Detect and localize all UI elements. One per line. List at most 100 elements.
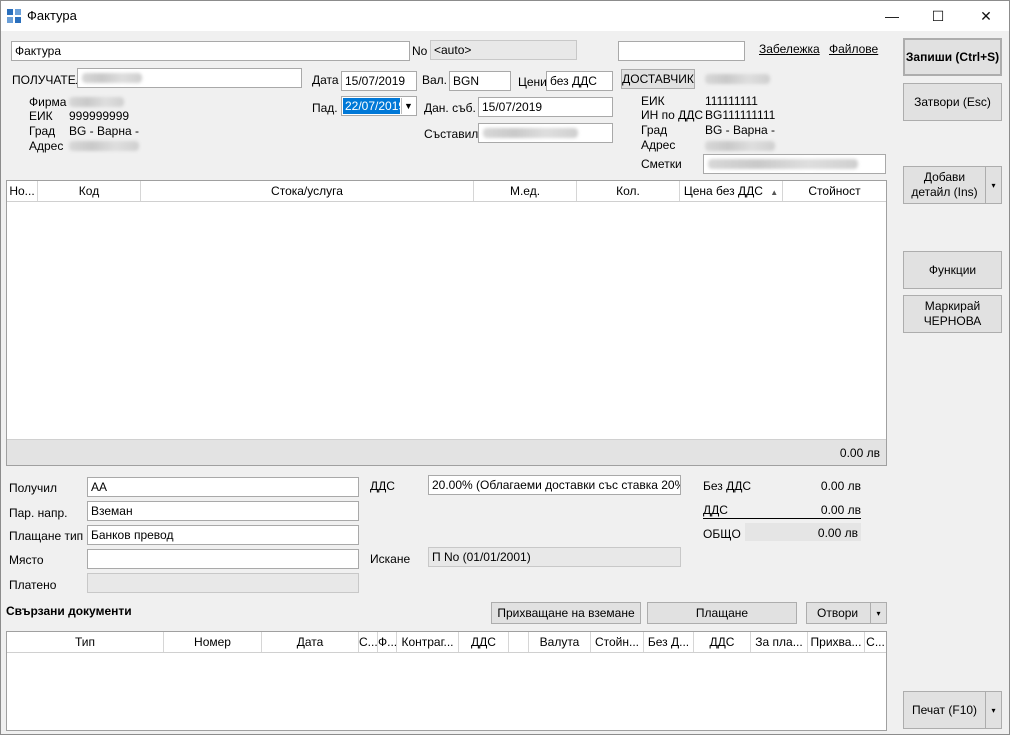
column-header[interactable]: ДДС xyxy=(694,632,751,652)
request-label: Искане xyxy=(370,552,411,566)
column-header[interactable]: Стойн... xyxy=(591,632,644,652)
column-header[interactable]: За пла... xyxy=(751,632,808,652)
recipient-label: ПОЛУЧАТЕЛ xyxy=(12,73,84,87)
payment-direction-label: Пар. напр. xyxy=(9,506,68,520)
add-detail-button[interactable]: Добави детайл (Ins) ▾ xyxy=(903,166,1002,204)
compiled-field[interactable] xyxy=(478,123,613,143)
column-header[interactable] xyxy=(509,632,529,652)
mark-draft-label-line1: Маркирай xyxy=(924,299,981,313)
recipient-company-label: Фирма xyxy=(29,95,67,109)
price-column-label: Цена без ДДС xyxy=(683,184,763,198)
files-link[interactable]: Файлове xyxy=(829,42,878,56)
column-header[interactable]: Стока/услуга xyxy=(141,181,474,201)
column-header[interactable]: Номер xyxy=(164,632,262,652)
payment-type-field[interactable]: Банков превод xyxy=(87,525,359,545)
column-header[interactable]: Ф... xyxy=(378,632,397,652)
add-detail-label-line1: Добави xyxy=(923,170,966,184)
open-button[interactable]: Отвори ▾ xyxy=(806,602,887,624)
column-header[interactable]: Но... xyxy=(7,181,38,201)
save-button[interactable]: Запиши (Ctrl+S) xyxy=(903,38,1002,76)
items-grid[interactable]: Но... Код Стока/услуга М.ед. Кол. Цена б… xyxy=(6,180,887,466)
calendar-dropdown-icon[interactable]: ▼ xyxy=(401,98,415,114)
close-button[interactable]: Затвори (Esc) xyxy=(903,83,1002,121)
note-link[interactable]: Забележка xyxy=(759,42,820,56)
payment-direction-field[interactable]: Вземан xyxy=(87,501,359,521)
received-field[interactable]: АА xyxy=(87,477,359,497)
column-header[interactable]: ДДС xyxy=(459,632,509,652)
mark-draft-button[interactable]: Маркирай ЧЕРНОВА xyxy=(903,295,1002,333)
payment-button[interactable]: Плащане xyxy=(647,602,797,624)
sum-total-label: ОБЩО xyxy=(703,527,741,541)
sum-divider xyxy=(703,518,861,519)
sum-total-value: 0.00 лв xyxy=(817,526,858,540)
currency-label: Вал. xyxy=(422,73,448,87)
maximize-button[interactable]: ☐ xyxy=(915,1,961,31)
add-detail-dropdown-icon[interactable]: ▾ xyxy=(985,167,1001,203)
column-header[interactable]: С... xyxy=(865,632,886,652)
recipient-field[interactable] xyxy=(77,68,302,88)
supplier-city-value: BG - Варна - xyxy=(705,123,775,137)
column-header[interactable]: Прихва... xyxy=(808,632,865,652)
column-header[interactable]: С... xyxy=(359,632,378,652)
redacted-supplier xyxy=(705,74,770,84)
sum-vat-label: ДДС xyxy=(703,503,728,517)
title-bar: Фактура — ☐ ✕ xyxy=(1,1,1009,31)
due-date-field[interactable]: 22/07/2019 ▼ xyxy=(341,96,417,116)
close-window-button[interactable]: ✕ xyxy=(963,1,1009,31)
place-field[interactable] xyxy=(87,549,359,569)
due-label: Пад. xyxy=(312,101,338,115)
sort-ascending-icon: ▲ xyxy=(770,188,779,197)
column-header[interactable]: Дата xyxy=(262,632,359,652)
column-header[interactable]: Код xyxy=(38,181,141,201)
print-label: Печат (F10) xyxy=(911,702,978,717)
add-detail-label-line2: детайл (Ins) xyxy=(911,185,978,199)
payment-type-label: Плащане тип xyxy=(9,529,84,543)
attach-claim-button[interactable]: Прихващане на вземане xyxy=(491,602,641,624)
open-dropdown-icon[interactable]: ▾ xyxy=(870,603,886,623)
print-button[interactable]: Печат (F10) ▾ xyxy=(903,691,1002,729)
currency-field[interactable]: BGN xyxy=(449,71,511,91)
column-header[interactable]: Стойност xyxy=(783,181,886,201)
note-field[interactable] xyxy=(618,41,745,61)
recipient-city-value: BG - Варна - xyxy=(69,124,139,138)
column-header[interactable]: Контраг... xyxy=(397,632,459,652)
supplier-button[interactable]: ДОСТАВЧИК xyxy=(621,69,695,89)
column-header[interactable]: Без Д... xyxy=(644,632,694,652)
sum-without-vat-value: 0.00 лв xyxy=(820,479,861,493)
request-field: П No (01/01/2001) xyxy=(428,547,681,567)
prices-label: Цени xyxy=(518,75,547,89)
linked-documents-grid[interactable]: Тип Номер Дата С... Ф... Контраг... ДДС … xyxy=(6,631,887,731)
tax-date-field[interactable]: 15/07/2019 xyxy=(478,97,613,117)
supplier-vat-label: ИН по ДДС xyxy=(641,108,704,122)
recipient-address-label: Адрес xyxy=(29,139,64,153)
place-label: Място xyxy=(9,553,44,567)
column-header-price[interactable]: Цена без ДДС ▲ xyxy=(680,181,783,201)
functions-button[interactable]: Функции xyxy=(903,251,1002,289)
no-label: No xyxy=(412,44,428,58)
redacted-text xyxy=(708,159,858,169)
column-header[interactable]: Валута xyxy=(529,632,591,652)
recipient-city-label: Град xyxy=(29,124,56,138)
vat-rate-field[interactable]: 20.00% (Облагаеми доставки със ставка 20… xyxy=(428,475,681,495)
column-header[interactable]: М.ед. xyxy=(474,181,577,201)
supplier-accounts-field[interactable] xyxy=(703,154,886,174)
document-type-field[interactable]: Фактура xyxy=(11,41,410,61)
column-header[interactable]: Кол. xyxy=(577,181,680,201)
paid-field xyxy=(87,573,359,593)
redacted-company xyxy=(69,97,124,107)
items-grid-footer: 0.00 лв xyxy=(7,439,886,465)
column-header[interactable]: Тип xyxy=(7,632,164,652)
print-dropdown-icon[interactable]: ▾ xyxy=(985,692,1001,728)
redacted-address xyxy=(69,141,139,151)
supplier-vat-value: BG111111111 xyxy=(705,108,776,122)
vat-label: ДДС xyxy=(370,479,395,493)
prices-field[interactable]: без ДДС xyxy=(546,71,613,91)
date-label: Дата xyxy=(312,73,339,87)
supplier-city-label: Град xyxy=(641,123,668,137)
minimize-button[interactable]: — xyxy=(869,1,915,31)
date-field[interactable]: 15/07/2019 xyxy=(341,71,417,91)
paid-label: Платено xyxy=(9,578,57,592)
due-date-value: 22/07/2019 xyxy=(343,98,400,114)
linked-documents-title: Свързани документи xyxy=(6,604,132,618)
sum-without-vat-label: Без ДДС xyxy=(703,479,752,493)
